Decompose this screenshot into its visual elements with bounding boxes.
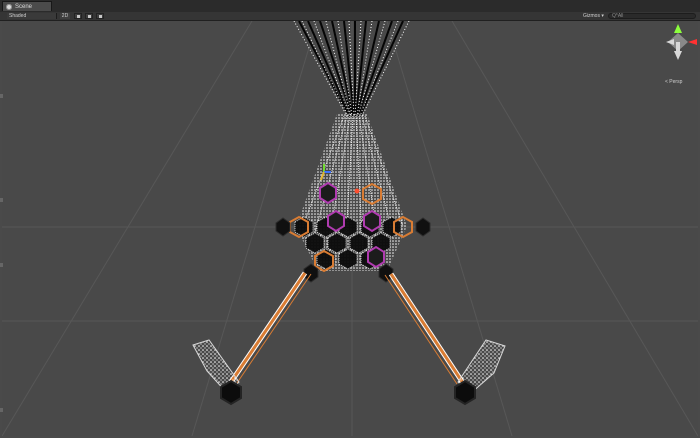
scene-icon [6,3,12,10]
left-edge-marker [0,94,3,98]
scene-search-input[interactable]: Q*All [608,13,696,19]
projection-label[interactable]: < Persp [665,79,682,85]
tab-scene-label: Scene [15,3,33,10]
shading-mode-dropdown[interactable]: Shaded [7,13,57,19]
sun-icon [77,15,80,18]
tab-scene[interactable]: Scene [2,1,52,11]
image-icon [99,15,102,18]
left-edge-marker [0,408,3,412]
left-edge-marker [0,198,3,202]
2d-toggle-button[interactable]: 2D [60,13,70,19]
gizmos-dropdown[interactable]: Gizmos ▾ [583,13,605,19]
scene-search-placeholder: Q*All [612,13,624,19]
effects-toggle-button[interactable] [96,13,104,19]
scene-window: Scene Shaded 2D Gizmos ▾ Q*All < Persp [0,0,700,438]
scene-viewport[interactable]: < Persp [2,21,698,436]
shading-mode-label: Shaded [9,13,27,19]
2d-toggle-label: 2D [61,13,69,19]
gizmos-label: Gizmos ▾ [583,13,604,19]
audio-toggle-button[interactable] [85,13,93,19]
scene-canvas[interactable] [2,21,698,436]
lighting-toggle-button[interactable] [74,13,82,19]
left-edge-marker [0,263,3,267]
speaker-icon [88,15,91,18]
scene-toolbar: Shaded 2D Gizmos ▾ Q*All [0,12,700,21]
